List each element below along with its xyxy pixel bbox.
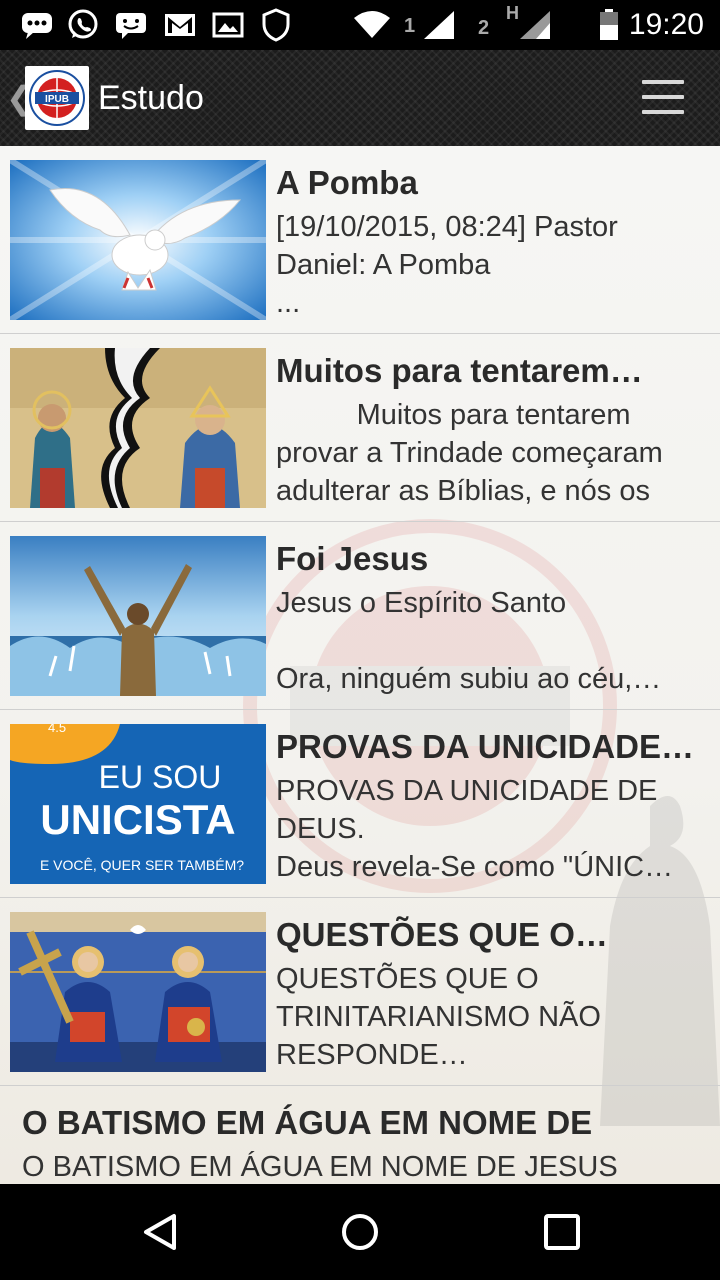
thumb-line2: UNICISTA — [40, 796, 235, 843]
item-description: QUESTÕES QUE O TRINITARIANISMO NÃO RESPO… — [276, 963, 609, 1071]
battery-icon — [598, 9, 620, 41]
menu-bar-icon — [642, 95, 684, 99]
unicista-thumbnail: 4.5 EU SOU UNICISTA E VOCÊ, QUER SER TAM… — [10, 724, 266, 884]
home-button[interactable] — [340, 1212, 380, 1252]
item-title: QUESTÕES QUE O… — [276, 916, 608, 953]
menu-bar-icon — [642, 80, 684, 84]
home-circle-icon — [342, 1214, 378, 1250]
recents-button[interactable] — [542, 1212, 582, 1252]
gmail-icon — [163, 9, 197, 41]
thumb-line1: EU SOU — [99, 759, 222, 795]
item-description: [19/10/2015, 08:24] Pastor Daniel: A Pom… — [276, 211, 618, 319]
whatsapp-icon — [66, 9, 100, 41]
item-title: PROVAS DA UNICIDADE… — [276, 728, 695, 765]
chat-bubble-icon — [20, 9, 54, 41]
item-title: O BATISMO EM ÁGUA EM NOME DE — [22, 1104, 593, 1141]
badge-text: 4.5 — [48, 724, 66, 735]
thumb-line3: E VOCÊ, QUER SER TAMBÉM? — [40, 857, 244, 873]
medieval-painting-thumbnail — [10, 912, 266, 1072]
item-description: Muitos para tentarem provar a Trindade c… — [276, 399, 671, 507]
trinity-painting-thumbnail — [10, 348, 266, 508]
item-title: Foi Jesus — [276, 540, 429, 577]
list-item[interactable]: A Pomba [19/10/2015, 08:24] Pastor Danie… — [0, 146, 720, 334]
wifi-icon — [352, 9, 392, 41]
navigation-bar — [0, 1184, 720, 1280]
menu-bar-icon — [642, 110, 684, 114]
dove-thumbnail — [10, 160, 266, 320]
menu-button[interactable] — [640, 80, 686, 116]
shield-icon — [260, 8, 292, 42]
signal-sim1-icon: 1 — [404, 9, 456, 41]
app-logo[interactable]: IPUB — [25, 66, 89, 130]
status-time: 19:20 — [628, 8, 704, 41]
list-item[interactable]: O BATISMO EM ÁGUA EM NOME DE O BATISMO E… — [0, 1088, 720, 1184]
item-description: O BATISMO EM ÁGUA EM NOME DE JESUS — [22, 1151, 618, 1183]
item-description: Jesus o Espírito Santo Ora, ninguém subi… — [276, 587, 662, 695]
back-button[interactable] — [140, 1212, 180, 1252]
list-item[interactable]: QUESTÕES QUE O… QUESTÕES QUE O TRINITARI… — [0, 898, 720, 1086]
messenger-icon — [114, 9, 148, 41]
image-icon — [212, 9, 244, 41]
back-triangle-icon — [144, 1214, 176, 1250]
list-item[interactable]: 4.5 EU SOU UNICISTA E VOCÊ, QUER SER TAM… — [0, 710, 720, 898]
status-bar: 1 2 H 19:20 — [0, 0, 720, 50]
signal-sim2-icon: 2 H — [478, 3, 550, 41]
list-item[interactable]: Muitos para tentarem… Muitos para tentar… — [0, 334, 720, 522]
article-list[interactable]: A Pomba [19/10/2015, 08:24] Pastor Danie… — [0, 146, 720, 1184]
baptism-thumbnail — [10, 536, 266, 696]
item-title: A Pomba — [276, 164, 418, 201]
page-title: Estudo — [98, 79, 204, 117]
item-description: PROVAS DA UNICIDADE DE DEUS. Deus revela… — [276, 775, 674, 883]
item-title: Muitos para tentarem… — [276, 352, 643, 389]
list-item[interactable]: Foi Jesus Jesus o Espírito Santo Ora, ni… — [0, 522, 720, 710]
logo-text: IPUB — [45, 94, 69, 105]
recents-square-icon — [544, 1214, 580, 1250]
app-bar: ❮ IPUB Estudo — [0, 50, 720, 146]
